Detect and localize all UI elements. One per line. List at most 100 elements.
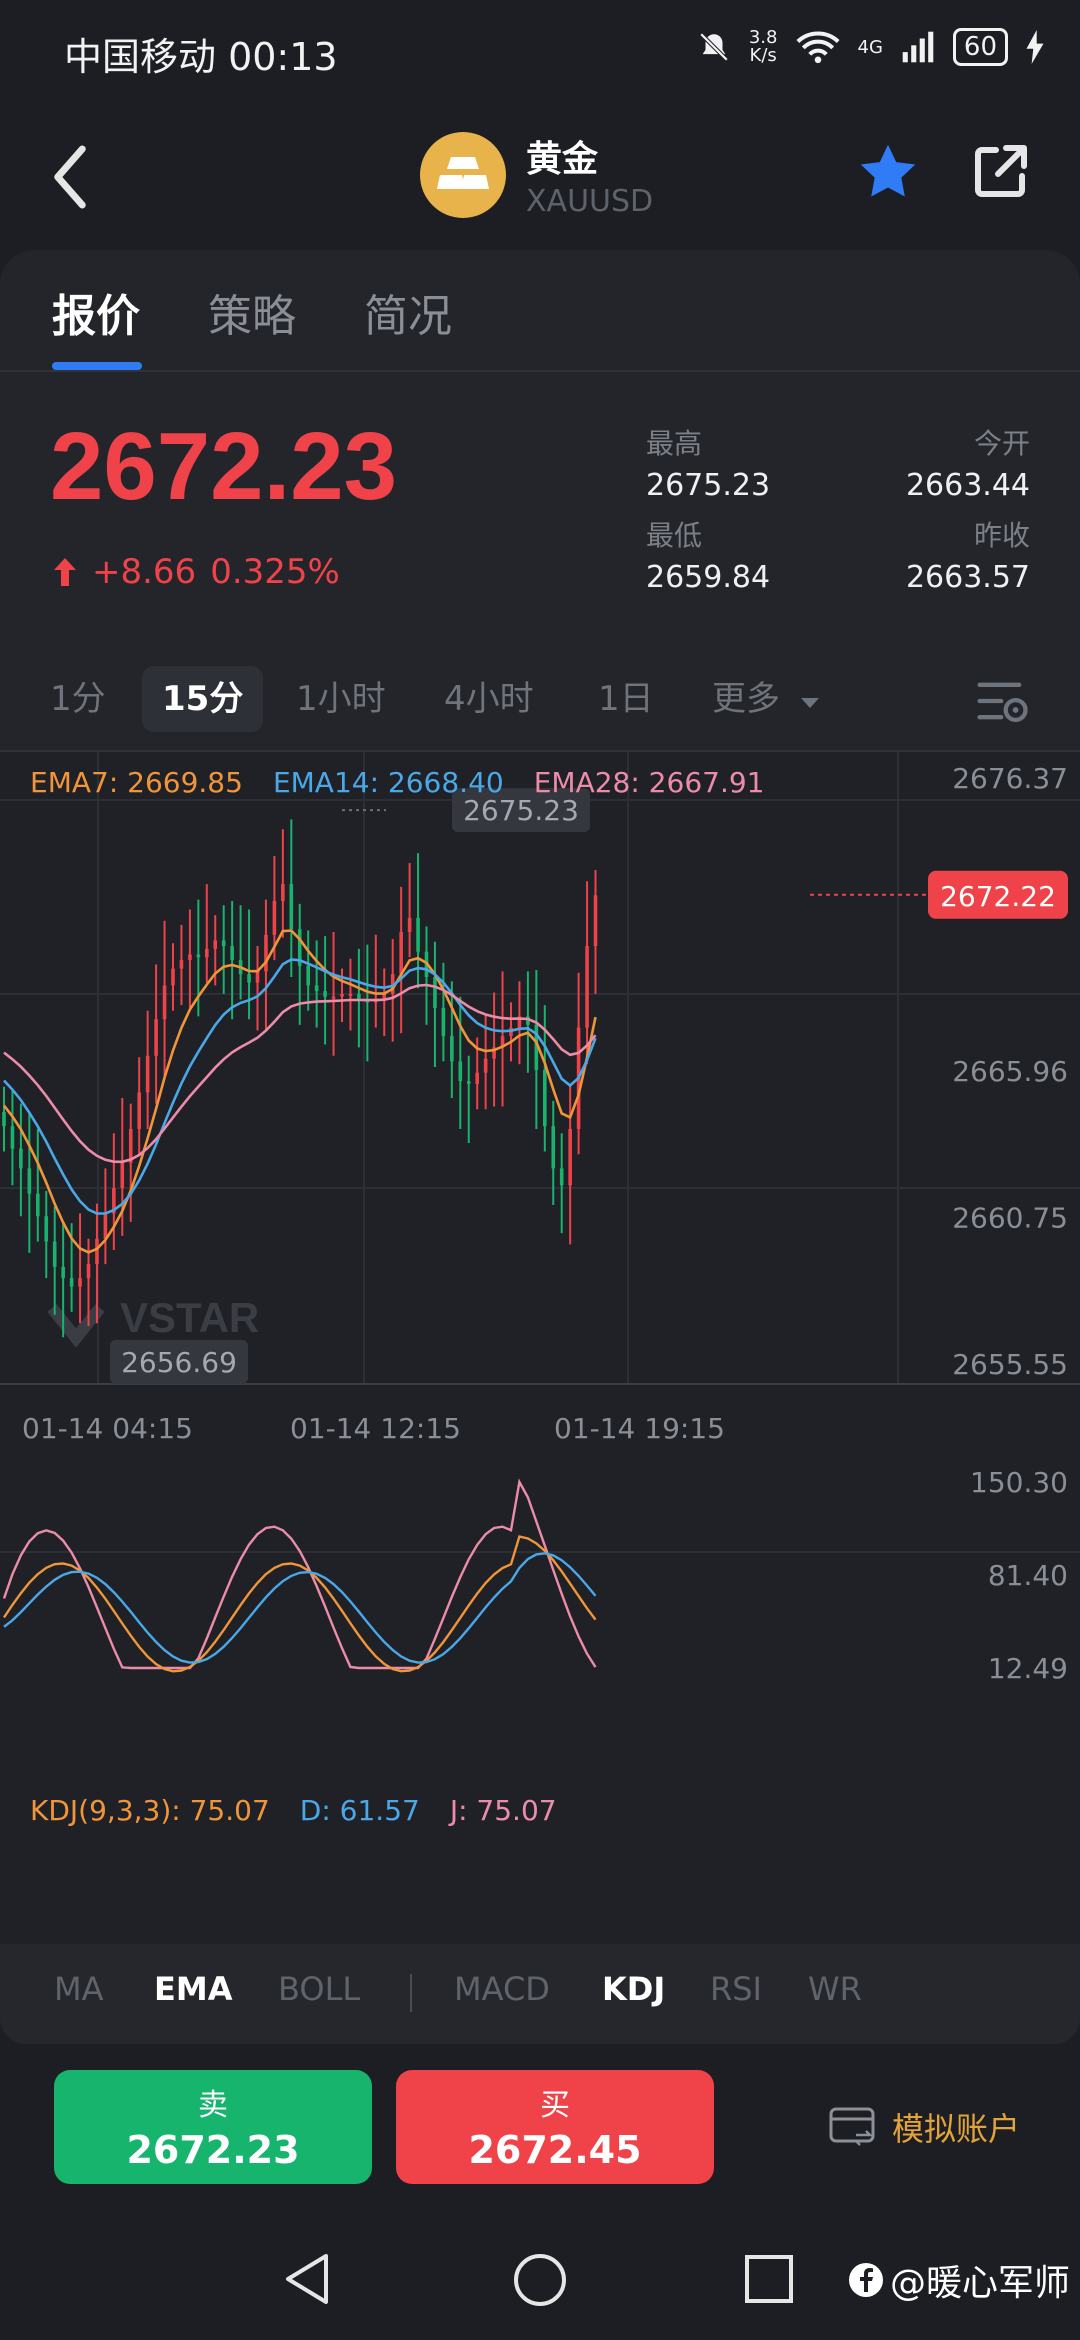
period-15min[interactable]: 15分 <box>142 666 264 732</box>
low-marker-label: 2656.69 <box>121 1346 237 1379</box>
candle-body-down <box>230 946 234 961</box>
candle-body-up <box>205 948 209 958</box>
candle-body-down <box>52 1241 57 1267</box>
candle-body-down <box>10 1126 15 1149</box>
up-arrow-icon <box>54 558 76 586</box>
candle-body-up <box>568 1128 572 1186</box>
vstar-watermark: VSTAR <box>120 1294 259 1341</box>
period-1day[interactable]: 1日 <box>578 666 674 732</box>
candle-body-up <box>585 946 589 1028</box>
credit-text: @暖心军师 <box>889 2263 1070 2304</box>
buy-price: 2672.45 <box>468 2128 642 2172</box>
period-selector: 1分 15分 1小时 4小时 1日 更多 <box>0 642 1080 752</box>
kdj-j-legend: J: 75.07 <box>449 1794 557 1827</box>
candle-body-down <box>19 1148 23 1169</box>
current-price: 2672.23 <box>50 413 398 520</box>
x-tick-label: 01-14 04:15 <box>22 1412 193 1445</box>
candle-body-up <box>593 895 598 947</box>
candle-body-down <box>44 1216 49 1242</box>
candle-body-up <box>399 931 403 975</box>
tab-strategy[interactable]: 策略 <box>208 280 296 344</box>
change-amount: +8.66 <box>92 552 197 592</box>
indicator-macd[interactable]: MACD <box>454 1970 550 2008</box>
prev-close-value: 2663.57 <box>905 560 1030 595</box>
candle-body-up <box>340 993 344 997</box>
candle-body-up <box>179 960 184 969</box>
carrier-time: 中国移动 00:13 <box>64 35 338 79</box>
charging-icon <box>1026 30 1044 64</box>
period-4hour[interactable]: 4小时 <box>424 666 554 732</box>
candle-body-down <box>543 1069 547 1127</box>
indicator-ema[interactable]: EMA <box>154 1970 232 2008</box>
indicator-ma[interactable]: MA <box>54 1970 104 2008</box>
ema28-legend: EMA28: 2667.91 <box>533 766 765 799</box>
candle-body-down <box>458 1061 463 1082</box>
indicator-boll[interactable]: BOLL <box>278 1970 360 2008</box>
candle-body-up <box>348 993 353 996</box>
high-label: 最高 <box>646 427 703 460</box>
candle-body-up <box>145 1055 150 1093</box>
candle-body-up <box>154 1019 158 1056</box>
candle-body-up <box>95 1238 99 1265</box>
sell-price: 2672.23 <box>126 2128 300 2172</box>
prev-close-label: 昨收 <box>973 519 1030 552</box>
candle-body-up <box>255 971 260 983</box>
system-navigation-bar: @暖心军师 <box>0 2214 1080 2340</box>
candle-body-up <box>264 934 268 972</box>
candle-body-up <box>407 917 412 932</box>
x-tick-label: 01-14 12:15 <box>290 1412 461 1445</box>
candle-body-down <box>69 1278 74 1287</box>
y-tick-label: 2676.37 <box>952 762 1068 795</box>
wifi-icon <box>795 31 840 64</box>
candle-body-down <box>323 991 327 997</box>
vstar-logo-icon <box>47 1304 105 1348</box>
indicator-rsi[interactable]: RSI <box>710 1970 762 2008</box>
chart-settings-icon[interactable] <box>976 674 1030 728</box>
indicator-wr[interactable]: WR <box>808 1970 862 2008</box>
candle-body-up <box>86 1264 91 1279</box>
signal-bars-icon <box>902 31 934 63</box>
back-arrow-icon[interactable] <box>40 142 100 212</box>
kdj-y-tick-label: 12.49 <box>988 1652 1068 1685</box>
nav-recents-icon[interactable] <box>744 2254 794 2304</box>
status-bar: 中国移动 00:13 3.8 K/s 4G 60 <box>0 0 1080 100</box>
instrument-title: 黄金 <box>526 139 599 180</box>
period-more[interactable]: 更多 <box>692 666 841 732</box>
kdj-k-line <box>3 1535 597 1673</box>
kdj-y-tick-label: 81.40 <box>988 1559 1068 1592</box>
candle-body-up <box>188 954 192 961</box>
candle-body-up <box>475 1072 479 1084</box>
demo-account-link[interactable]: 模拟账户 <box>828 2104 1020 2150</box>
nav-back-icon[interactable] <box>282 2252 332 2306</box>
favorite-star-icon[interactable] <box>856 140 920 204</box>
demo-account-icon <box>829 2107 875 2146</box>
instrument-symbol: XAUUSD <box>526 184 654 219</box>
buy-button[interactable]: 买 2672.45 <box>396 2070 714 2184</box>
nav-home-icon[interactable] <box>512 2252 568 2308</box>
y-tick-label: 2665.96 <box>952 1055 1068 1088</box>
candle-body-up <box>272 900 277 935</box>
open-label: 今开 <box>973 427 1030 460</box>
open-value: 2663.44 <box>905 468 1030 503</box>
tab-overview[interactable]: 简况 <box>364 280 452 344</box>
sell-button[interactable]: 卖 2672.23 <box>54 2070 372 2184</box>
indicator-kdj[interactable]: KDJ <box>602 1970 665 2008</box>
period-1hour[interactable]: 1小时 <box>276 666 406 732</box>
candlestick-chart[interactable]: VSTAR 2675.23 2656.69 2672.22 2676.37 2665.96… <box>0 752 1080 1944</box>
candle-body-up <box>103 1213 108 1239</box>
candle-body-up <box>281 884 285 901</box>
candle-body-down <box>2 1112 6 1127</box>
kdj-y-tick-label: 150.30 <box>970 1466 1068 1499</box>
indicator-divider <box>410 1974 412 2012</box>
signal-4g-label: 4G <box>857 36 883 58</box>
ema-legend: EMA7: 2669.85 EMA14: 2668.40 EMA28: 2667… <box>30 766 764 799</box>
chart-area[interactable]: VSTAR 2675.23 2656.69 2672.22 2676.37 2665.96… <box>0 752 1080 1944</box>
tab-quote[interactable]: 报价 <box>52 280 140 344</box>
share-external-icon[interactable] <box>970 142 1030 202</box>
gold-bars-icon <box>420 132 506 218</box>
demo-account-label: 模拟账户 <box>892 2110 1021 2148</box>
kdj-k-legend: KDJ(9,3,3): 75.07 <box>30 1794 270 1827</box>
period-1min[interactable]: 1分 <box>30 666 126 732</box>
candle-body-up <box>162 985 167 1020</box>
x-tick-label: 01-14 19:15 <box>554 1412 725 1445</box>
